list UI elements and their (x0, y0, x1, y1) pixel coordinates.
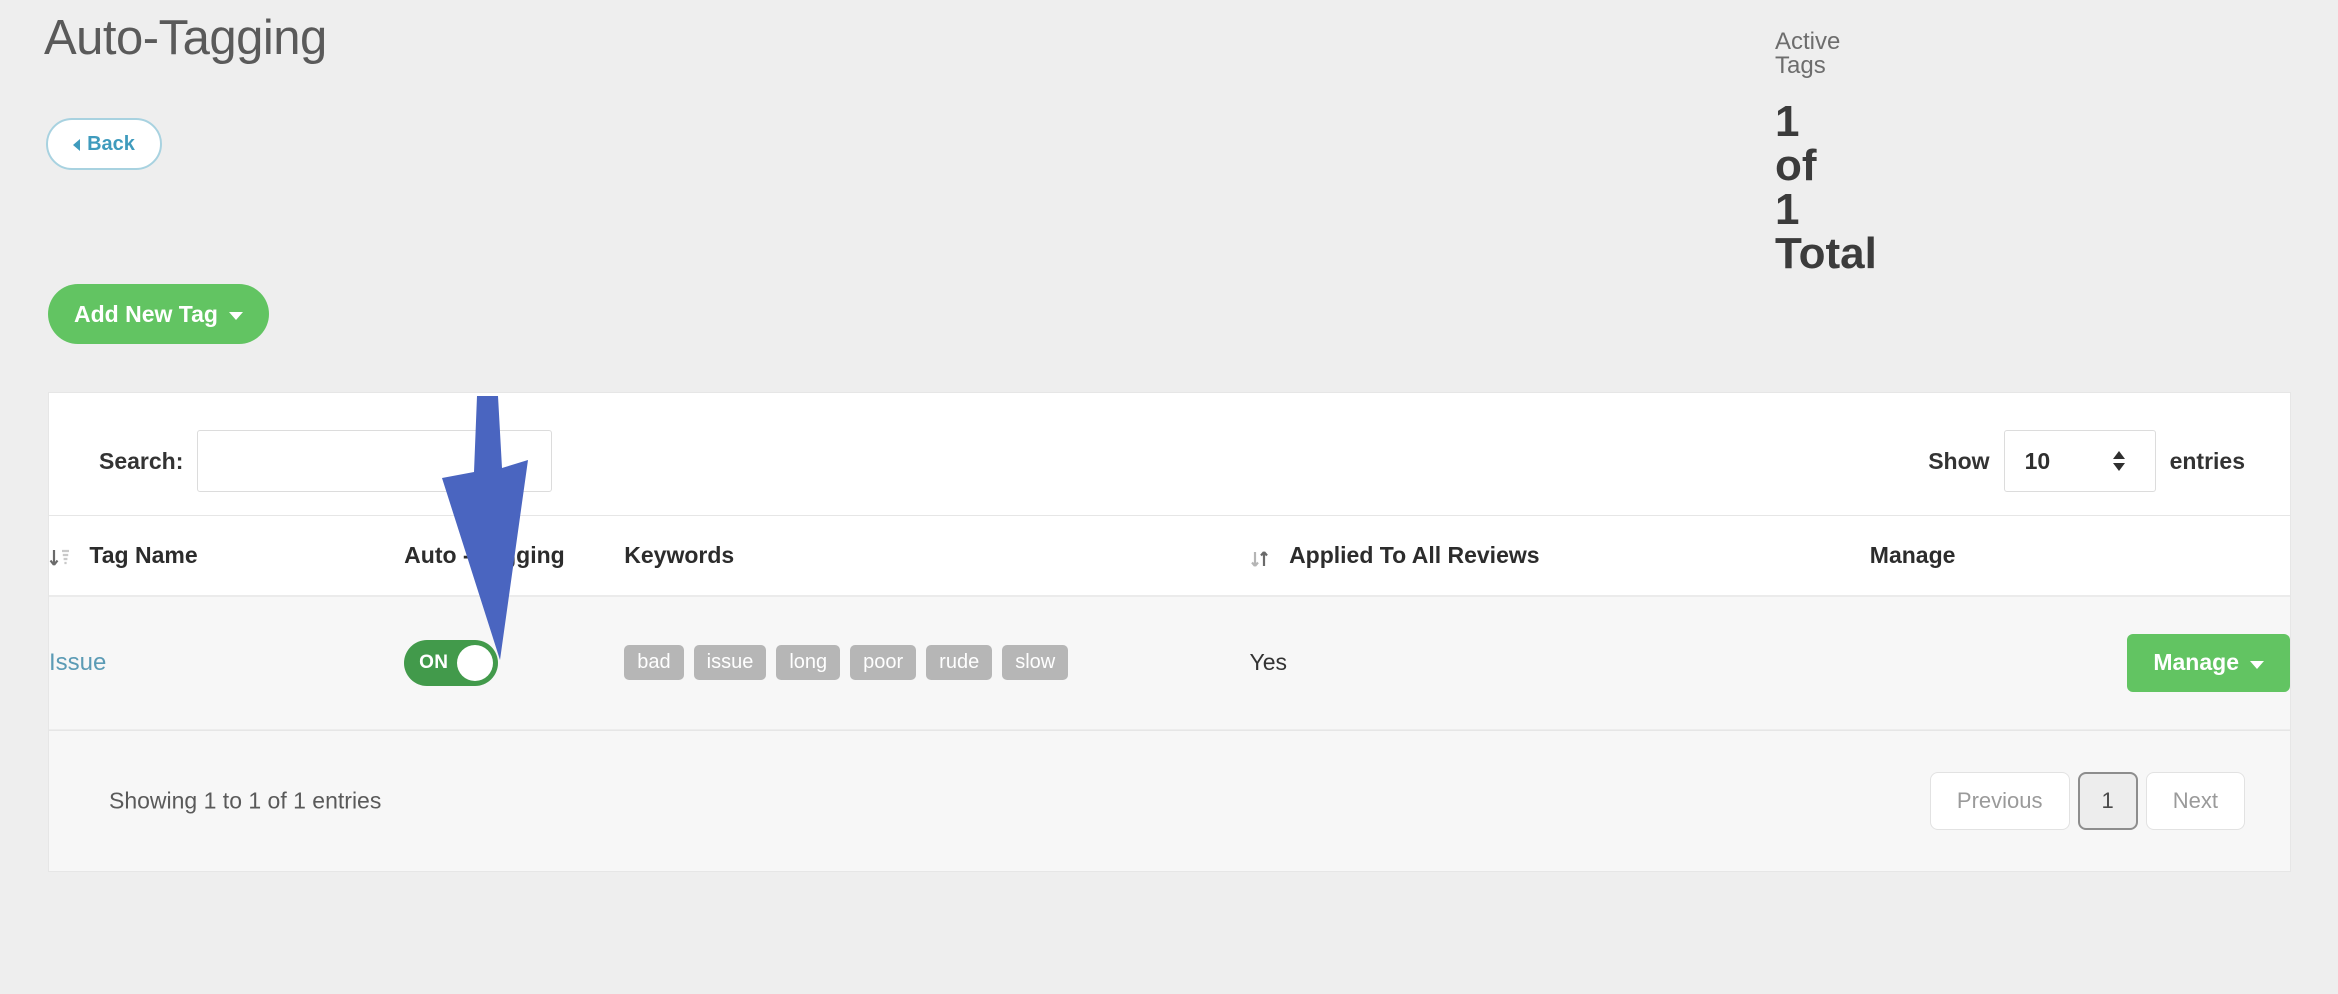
pagination-page-1[interactable]: 1 (2077, 771, 2138, 830)
keyword-badge: long (776, 645, 841, 681)
auto-tagging-toggle[interactable]: ON (404, 639, 499, 686)
entries-per-page-select[interactable]: 10 (2003, 430, 2156, 492)
cell-auto-tagging: ON (404, 596, 625, 730)
column-header-keywords-label: Keywords (624, 542, 735, 568)
search-control: Search: (99, 430, 553, 492)
column-header-applied-label: Applied To All Reviews (1289, 542, 1540, 568)
search-label: Search: (99, 447, 184, 474)
tags-table: Tag Name Auto - Tagging Keywords Applied… (49, 515, 2290, 730)
auto-tagging-toggle-label: ON (419, 651, 449, 673)
manage-button-label: Manage (2153, 649, 2239, 676)
column-header-applied-to-all-reviews[interactable]: Applied To All Reviews (1249, 515, 1870, 597)
toggle-knob (457, 644, 494, 681)
back-button[interactable]: Back (46, 118, 162, 170)
cell-applied-to-all-reviews: Yes (1249, 596, 1870, 730)
entries-info: Showing 1 to 1 of 1 entries (109, 787, 382, 813)
cell-keywords: bad issue long poor rude slow (624, 596, 1250, 730)
table-body: Issue ON bad issue long poor rude slow Y… (49, 596, 2290, 730)
sort-both-icon (1250, 547, 1272, 571)
column-header-auto-tagging: Auto - Tagging (404, 515, 625, 597)
keyword-badge: rude (926, 645, 993, 681)
column-header-manage-label: Manage (1869, 542, 1956, 568)
column-header-tag-name-label: Tag Name (89, 542, 198, 568)
table-toolbar: Search: Show 10 entries (49, 393, 2290, 515)
cell-tag-name: Issue (49, 596, 405, 730)
column-header-manage: Manage (1869, 515, 2290, 597)
page-header: Auto-Tagging Back Active Tags 1 of 1 Tot… (44, 11, 1877, 278)
table-row: Issue ON bad issue long poor rude slow Y… (49, 596, 2290, 730)
keyword-badge: slow (1002, 645, 1069, 681)
add-new-tag-button[interactable]: Add New Tag (48, 284, 269, 344)
entries-per-page-value: 10 (2024, 447, 2051, 474)
search-input[interactable] (197, 430, 553, 492)
tag-name-link[interactable]: Issue (49, 649, 106, 676)
cell-manage: Manage (1869, 596, 2290, 730)
table-footer: Showing 1 to 1 of 1 entries Previous 1 N… (49, 729, 2290, 871)
show-label: Show (1928, 447, 1990, 474)
back-button-label: Back (87, 132, 135, 155)
pagination-next[interactable]: Next (2145, 771, 2245, 830)
entries-label: entries (2169, 447, 2245, 474)
page-title: Auto-Tagging (44, 11, 327, 65)
column-header-auto-tagging-label: Auto - Tagging (404, 542, 565, 568)
entries-control: Show 10 entries (1928, 430, 2245, 492)
table-head: Tag Name Auto - Tagging Keywords Applied… (49, 515, 2290, 597)
keyword-badge: bad (624, 645, 684, 681)
add-new-tag-label: Add New Tag (74, 300, 218, 327)
pagination-previous[interactable]: Previous (1929, 771, 2070, 830)
caret-left-icon (73, 139, 81, 151)
caret-down-icon (2250, 660, 2264, 669)
caret-down-icon (228, 312, 243, 320)
manage-button[interactable]: Manage (2127, 633, 2290, 692)
pagination: Previous 1 Next (1929, 771, 2245, 830)
keyword-badge: poor (850, 645, 917, 681)
updown-spinner-icon (2112, 451, 2125, 471)
column-header-keywords: Keywords (624, 515, 1250, 597)
sort-asc-icon (49, 547, 71, 571)
table-header-row: Tag Name Auto - Tagging Keywords Applied… (49, 515, 2290, 597)
keyword-badge-list: bad issue long poor rude slow (624, 645, 1249, 681)
column-header-tag-name[interactable]: Tag Name (49, 515, 405, 597)
keyword-badge: issue (693, 645, 767, 681)
tags-card: Search: Show 10 entries Tag Name Auto - … (48, 392, 2291, 872)
